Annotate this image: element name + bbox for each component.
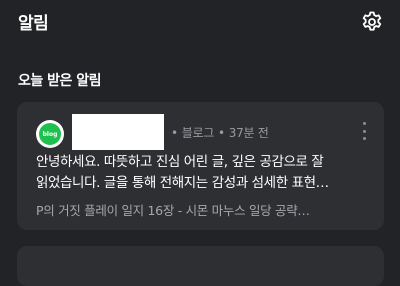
post-title: P의 거짓 플레이 일지 16장 - 시몬 마누스 일당 공략… (36, 203, 310, 218)
gear-icon[interactable] (360, 10, 384, 34)
notification-time: 37분 전 (228, 126, 269, 140)
notification-source: 블로그 (181, 126, 215, 140)
section-title: 오늘 받은 알림 (18, 73, 102, 89)
notification-meta: • 블로그 • 37분 전 (167, 124, 269, 141)
message-line-1: 안녕하세요. 따뜻하고 진심 어린 글, 깊은 공감으로 잘 (36, 154, 324, 170)
blog-avatar: blog (36, 120, 64, 148)
header: 알림 (0, 0, 400, 44)
notification-card[interactable]: blog • 블로그 • 37분 전 안녕하세요. 따뜻하고 진심 어린 글, 깊은 … (17, 102, 384, 230)
avatar-label: blog (42, 130, 58, 138)
blog-logo-icon: blog (39, 123, 61, 145)
notification-message: 안녕하세요. 따뜻하고 진심 어린 글, 깊은 공감으로 잘 읽었습니다. 글을… (36, 152, 370, 194)
page-title: 알림 (18, 14, 49, 34)
more-options-icon[interactable] (359, 122, 369, 140)
separator-dot: • (218, 126, 225, 140)
separator-dot: • (171, 126, 178, 140)
redacted-name (72, 114, 164, 150)
message-line-2: 읽었습니다. 글을 통해 전해지는 감성과 섬세한 표현… (36, 175, 329, 191)
notification-card-next[interactable] (17, 246, 384, 286)
